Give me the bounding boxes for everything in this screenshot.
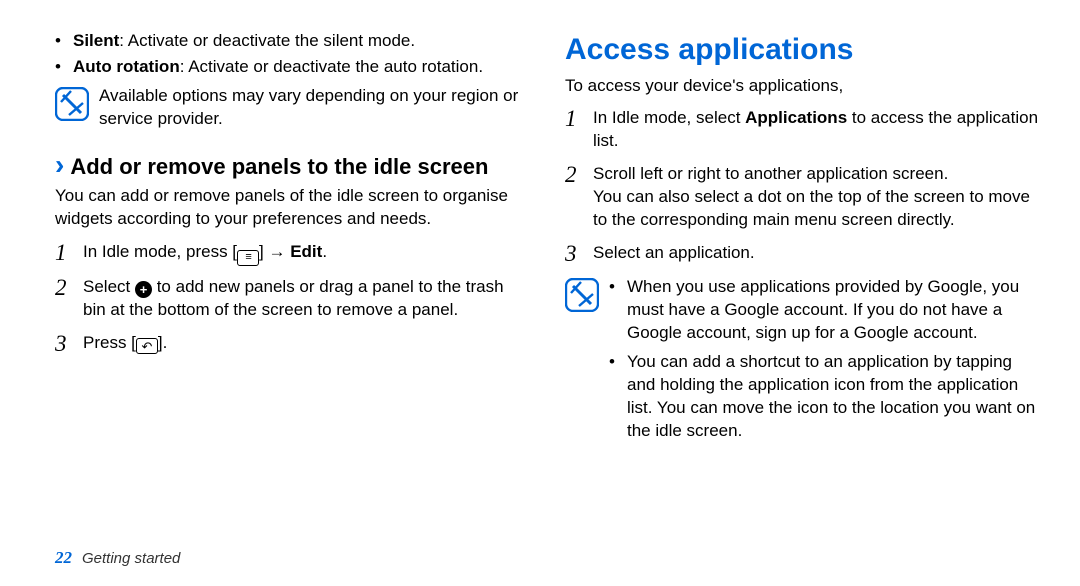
- footer-section: Getting started: [82, 550, 180, 567]
- step-2: 2 Select + to add new panels or drag a p…: [55, 276, 530, 322]
- note-text: When you use applications provided by Go…: [627, 276, 1040, 345]
- step-text-pre: Press [: [83, 333, 136, 352]
- page-footer: 22 Getting started: [55, 548, 180, 568]
- bullet-bold: Silent: [73, 31, 119, 50]
- step-number: 3: [55, 332, 83, 356]
- note-icon: [55, 87, 89, 121]
- bullet-dot: •: [609, 276, 627, 345]
- note-text: You can add a shortcut to an application…: [627, 351, 1040, 443]
- step-text-post: .: [322, 242, 327, 261]
- section-header-panels: › Add or remove panels to the idle scree…: [55, 151, 530, 182]
- step-text-mid: ] →: [259, 242, 290, 261]
- bullet-autorotation: • Auto rotation: Activate or deactivate …: [55, 56, 530, 79]
- chevron-icon: ›: [55, 151, 64, 179]
- menu-icon: ≡: [237, 250, 259, 266]
- step-text-line1: Scroll left or right to another applicat…: [593, 163, 1040, 186]
- step-text-pre: In Idle mode, press [: [83, 242, 237, 261]
- step-3: 3 Select an application.: [565, 242, 1040, 266]
- step-text-pre: Select: [83, 277, 135, 296]
- back-icon: ↶: [136, 338, 158, 354]
- bullet-bold: Auto rotation: [73, 57, 180, 76]
- section-title: Add or remove panels to the idle screen: [70, 152, 488, 182]
- step-number: 2: [55, 276, 83, 322]
- bullet-rest: : Activate or deactivate the auto rotati…: [180, 57, 483, 76]
- step-1: 1 In Idle mode, select Applications to a…: [565, 107, 1040, 153]
- heading-access-applications: Access applications: [565, 30, 1040, 71]
- section-intro: You can add or remove panels of the idle…: [55, 185, 530, 231]
- plus-circle-icon: +: [135, 281, 152, 298]
- right-column: Access applications To access your devic…: [565, 30, 1040, 463]
- note-region-provider: Available options may vary depending on …: [55, 85, 530, 131]
- step-text: Select an application.: [593, 242, 1040, 266]
- step-2: 2 Scroll left or right to another applic…: [565, 163, 1040, 232]
- bullet-rest: : Activate or deactivate the silent mode…: [119, 31, 415, 50]
- step-number: 1: [565, 107, 593, 153]
- step-number: 3: [565, 242, 593, 266]
- left-column: • Silent: Activate or deactivate the sil…: [55, 30, 530, 463]
- step-1: 1 In Idle mode, press [≡] → Edit.: [55, 241, 530, 266]
- note-icon: [565, 278, 599, 312]
- step-number: 2: [565, 163, 593, 232]
- bullet-dot: •: [55, 56, 73, 79]
- note-bullet-1: • When you use applications provided by …: [609, 276, 1040, 345]
- bullet-dot: •: [55, 30, 73, 53]
- bullet-dot: •: [609, 351, 627, 443]
- step-number: 1: [55, 241, 83, 266]
- step-text-line2: You can also select a dot on the top of …: [593, 186, 1040, 232]
- step-text-pre: In Idle mode, select: [593, 108, 745, 127]
- step-text-post: ].: [158, 333, 167, 352]
- step-3: 3 Press [↶].: [55, 332, 530, 356]
- step-text-bold: Applications: [745, 108, 847, 127]
- step-text-bold: Edit: [290, 242, 322, 261]
- note-text: Available options may vary depending on …: [99, 85, 530, 131]
- note-google-account: • When you use applications provided by …: [565, 276, 1040, 449]
- heading-intro: To access your device's applications,: [565, 75, 1040, 98]
- page-number: 22: [55, 548, 72, 568]
- bullet-silent: • Silent: Activate or deactivate the sil…: [55, 30, 530, 53]
- note-bullet-2: • You can add a shortcut to an applicati…: [609, 351, 1040, 443]
